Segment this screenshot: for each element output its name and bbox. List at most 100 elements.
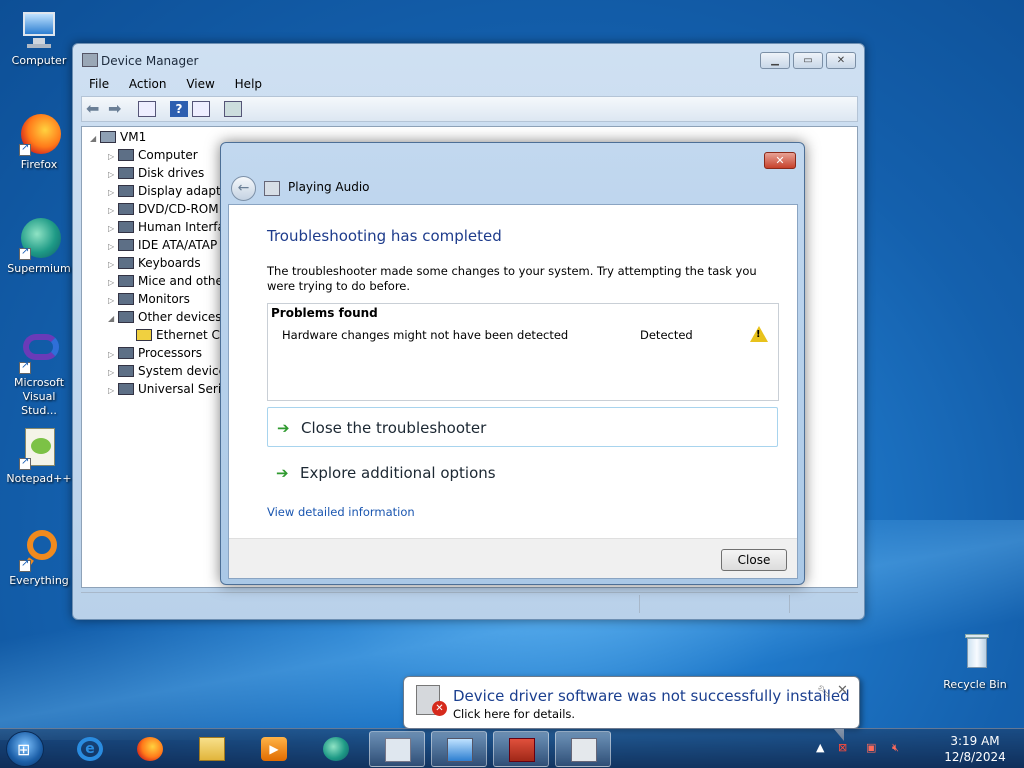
taskbar-firefox[interactable]: [122, 731, 178, 767]
device-category-icon: [118, 239, 134, 251]
desktop-icon-visual-studio[interactable]: MicrosoftVisual Stud...: [4, 330, 74, 418]
view-details-link[interactable]: View detailed information: [267, 505, 415, 519]
desktop-icon-everything[interactable]: Everything: [4, 528, 74, 587]
tree-item-label: System devices: [138, 364, 233, 378]
tree-item[interactable]: ▷ Monitors: [108, 290, 190, 308]
tree-item-label: IDE ATA/ATAP: [138, 238, 218, 252]
taskbar-media-player[interactable]: ▶: [246, 731, 302, 767]
desktop-icon-supermium[interactable]: Supermium: [4, 216, 74, 275]
everything-icon: [17, 528, 61, 572]
tree-item-label: Ethernet Co: [156, 328, 228, 342]
green-arrow-icon: ➔: [277, 419, 290, 437]
system-tray: ▲ ⊠ ▣ 🔇︎: [812, 729, 932, 768]
explore-options-option[interactable]: ➔ Explore additional options: [267, 453, 778, 493]
troubleshooter-app-icon: [264, 181, 280, 196]
forward-arrow-icon[interactable]: ➡: [108, 101, 126, 117]
clock-date: 12/8/2024: [944, 750, 1006, 764]
close-window-button[interactable]: ✕: [826, 52, 856, 69]
recycle-bin-icon: [953, 632, 997, 676]
toolbox-icon: [509, 738, 535, 762]
notification-title: Device driver software was not successfu…: [453, 687, 850, 705]
device-category-icon: [118, 293, 134, 305]
close-troubleshooter-option[interactable]: ➔ Close the troubleshooter: [267, 407, 778, 447]
tree-item-label: DVD/CD-ROM: [138, 202, 219, 216]
expander-icon[interactable]: ▷: [108, 382, 118, 400]
tree-item[interactable]: ▷ Human Interfa: [108, 218, 225, 236]
scan-hardware-icon[interactable]: [224, 101, 242, 117]
toolbar: ⬅ ➡ ?: [81, 96, 858, 122]
notification-subtitle: Click here for details.: [453, 707, 576, 721]
clock[interactable]: 3:19 AM 12/8/2024: [935, 733, 1015, 765]
folder-icon: [199, 737, 225, 761]
tree-item[interactable]: ▷ Disk drives: [108, 164, 204, 182]
taskbar-troubleshooter[interactable]: [555, 731, 611, 767]
taskbar-explorer[interactable]: [184, 731, 240, 767]
device-manager-icon: [447, 738, 473, 762]
notification-close-icon[interactable]: ✕: [837, 683, 848, 698]
minimize-button[interactable]: ▁: [760, 52, 790, 69]
device-category-icon: [118, 257, 134, 269]
close-button[interactable]: Close: [721, 549, 787, 571]
menu-help[interactable]: Help: [227, 74, 270, 94]
taskbar-notepad[interactable]: [369, 731, 425, 767]
window-title: Device Manager: [101, 54, 199, 68]
maximize-button[interactable]: ▭: [793, 52, 823, 69]
tree-item[interactable]: ◢ Other devices: [108, 308, 222, 326]
dialog-description: The troubleshooter made some changes to …: [267, 264, 757, 293]
tree-item[interactable]: Ethernet Co: [126, 326, 227, 344]
tree-root[interactable]: ◢ VM1: [90, 128, 146, 146]
tree-item-label: Computer: [138, 148, 198, 162]
device-category-icon: [118, 347, 134, 359]
device-category-icon: [136, 329, 152, 341]
network-error-icon[interactable]: ▣: [866, 741, 876, 754]
taskbar-supermium[interactable]: [308, 731, 364, 767]
troubleshooter-dialog[interactable]: ✕ ← Playing Audio Troubleshooting has co…: [220, 142, 805, 585]
media-player-icon: ▶: [261, 737, 287, 761]
desktop-icon-recycle-bin[interactable]: Recycle Bin: [940, 632, 1010, 691]
action-center-error-icon[interactable]: ⊠: [838, 741, 847, 754]
desktop-icon-label: Microsoft Visual Stud...: [13, 376, 65, 417]
problem-status: Detected: [640, 328, 693, 342]
show-hide-tree-icon[interactable]: [138, 101, 156, 117]
tree-item[interactable]: ▷ System devices: [108, 362, 232, 380]
desktop-icon-label: Notepad++: [6, 472, 72, 485]
start-button[interactable]: ⊞: [6, 731, 44, 767]
notification-balloon[interactable]: ✕ Device driver software was not success…: [403, 676, 860, 741]
dialog-footer: Close: [229, 538, 797, 578]
tree-item[interactable]: ▷ Processors: [108, 344, 202, 362]
show-hidden-icons[interactable]: ▲: [816, 741, 824, 754]
help-icon[interactable]: ?: [170, 101, 188, 117]
taskbar-ie[interactable]: e: [62, 731, 118, 767]
tree-item[interactable]: ▷ DVD/CD-ROM: [108, 200, 219, 218]
tree-item[interactable]: ▷ Keyboards: [108, 254, 201, 272]
dialog-close-button[interactable]: ✕: [764, 152, 796, 169]
tree-item[interactable]: ▷ Computer: [108, 146, 198, 164]
taskbar-toolbox[interactable]: [493, 731, 549, 767]
network-computer-icon: [100, 131, 116, 143]
properties-icon[interactable]: [192, 101, 210, 117]
desktop-icon-label: Computer: [11, 54, 67, 67]
tree-item[interactable]: ▷ IDE ATA/ATAP: [108, 236, 217, 254]
menu-file[interactable]: File: [81, 74, 117, 94]
device-category-icon: [118, 167, 134, 179]
desktop-icon-computer[interactable]: Computer: [4, 8, 74, 67]
expander-icon[interactable]: ◢: [108, 310, 118, 328]
desktop-icon-label: Recycle Bin: [943, 678, 1007, 691]
taskbar: ⊞ e ▶ ▲ ⊠ ▣ 🔇︎ 3:19 AM 12/8/2024: [0, 728, 1024, 768]
desktop-icon-firefox[interactable]: Firefox: [4, 112, 74, 171]
error-icon: ✕: [432, 701, 447, 716]
device-category-icon: [118, 203, 134, 215]
menu-view[interactable]: View: [178, 74, 222, 94]
back-arrow-icon[interactable]: ⬅: [86, 101, 104, 117]
menu-action[interactable]: Action: [121, 74, 175, 94]
tree-item[interactable]: ▷ Mice and othe: [108, 272, 223, 290]
volume-muted-icon[interactable]: 🔇︎: [892, 741, 899, 755]
wrench-icon[interactable]: 🔧︎: [817, 685, 831, 698]
back-button[interactable]: ←: [231, 176, 256, 201]
taskbar-device-manager[interactable]: [431, 731, 487, 767]
desktop-icon-notepadpp[interactable]: Notepad++: [4, 426, 74, 485]
desktop-icon-label: Everything: [9, 574, 69, 587]
tree-item[interactable]: ▷ Display adapte: [108, 182, 228, 200]
document-icon: [385, 738, 411, 762]
tree-item[interactable]: ▷ Universal Seria: [108, 380, 229, 398]
